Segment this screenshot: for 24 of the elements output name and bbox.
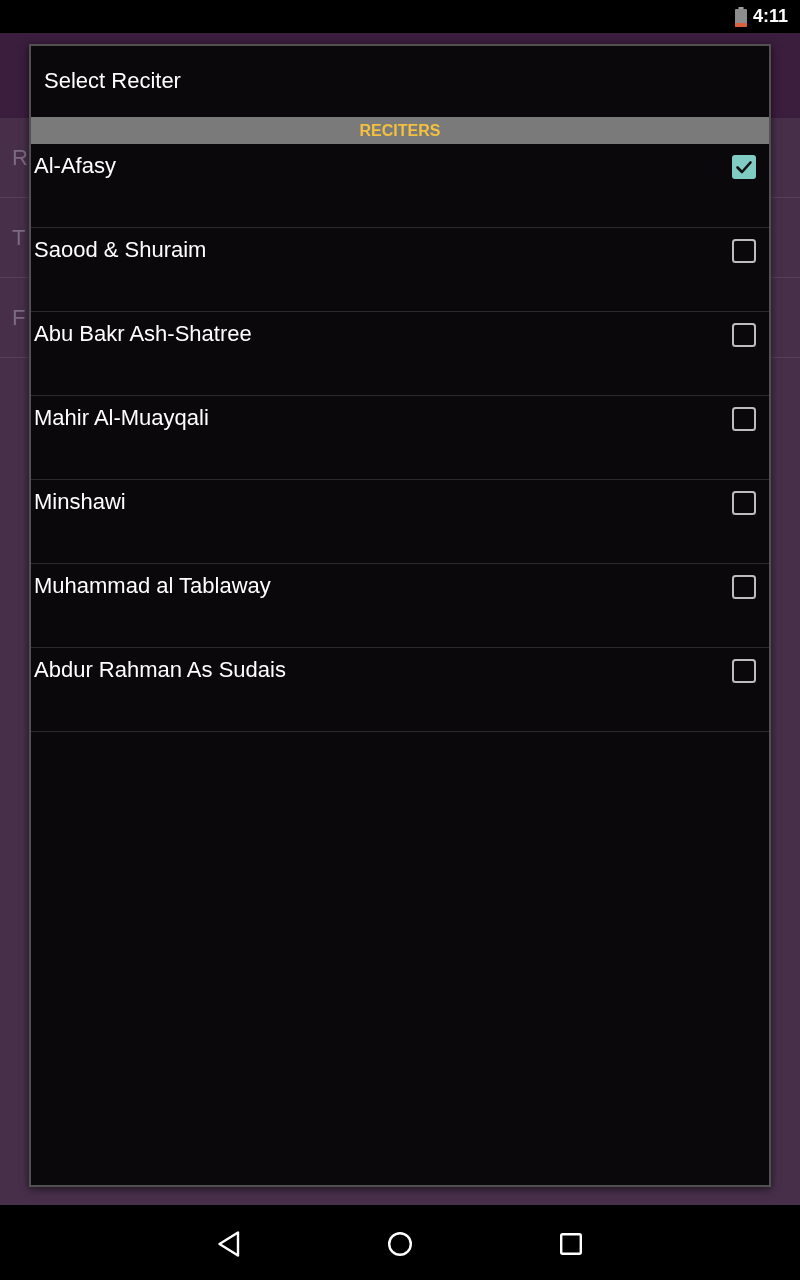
checkbox-icon[interactable]	[732, 239, 756, 263]
reciter-name: Saood & Shuraim	[34, 236, 207, 264]
section-header: RECITERS	[31, 117, 769, 144]
setting-label: R	[12, 144, 28, 171]
reciter-name: Al-Afasy	[34, 152, 116, 180]
setting-label: T	[12, 224, 26, 251]
recents-icon[interactable]	[560, 1232, 582, 1255]
reciter-name: Abu Bakr Ash-Shatree	[34, 320, 252, 348]
checkbox-icon[interactable]	[732, 323, 756, 347]
reciter-name: Minshawi	[34, 488, 126, 516]
checkbox-icon[interactable]	[732, 575, 756, 599]
checkbox-icon[interactable]	[732, 491, 756, 515]
back-icon[interactable]	[218, 1230, 240, 1257]
battery-icon	[734, 7, 747, 27]
setting-label: F	[12, 304, 26, 331]
reciter-name: Muhammad al Tablaway	[34, 572, 271, 600]
clock-time: 4:11	[752, 6, 788, 27]
home-icon[interactable]	[388, 1231, 412, 1256]
reciter-name: Mahir Al-Muayqali	[34, 404, 209, 432]
reciter-name: Abdur Rahman As Sudais	[34, 656, 286, 684]
checkbox-icon[interactable]	[732, 659, 756, 683]
checkbox-icon[interactable]	[732, 407, 756, 431]
dialog-title: Select Reciter	[43, 66, 182, 95]
checked-checkbox-icon[interactable]	[732, 155, 756, 179]
